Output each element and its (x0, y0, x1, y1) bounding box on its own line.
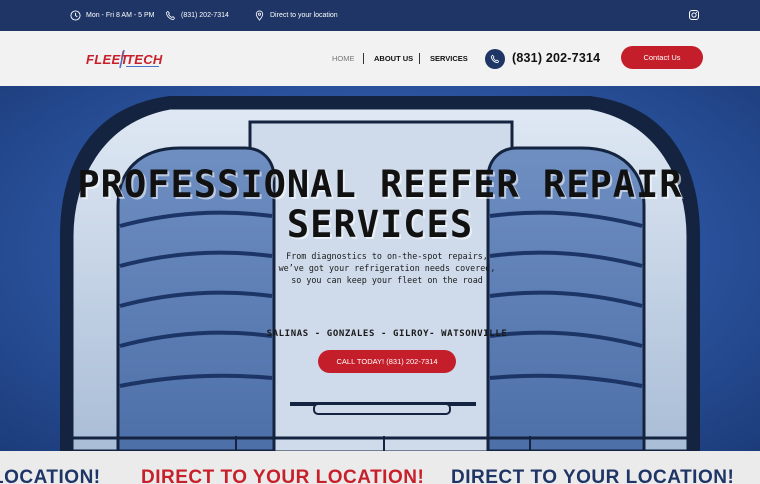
nav-divider (419, 53, 420, 64)
hero-subtitle-line: From diagnostics to on-the-spot repairs, (286, 251, 488, 261)
header-phone-number[interactable]: (831) 202-7314 (512, 51, 600, 65)
marquee-item: DIRECT TO YOUR LOCATION! (451, 467, 735, 484)
hero-subtitle: From diagnostics to on-the-spot repairs,… (270, 250, 504, 286)
service-cities: SALINAS - GONZALES - GILROY- WATSONVILLE (266, 329, 508, 339)
topbar-phone-text: (831) 202-7314 (181, 11, 229, 19)
map-pin-icon (255, 10, 264, 21)
nav-services[interactable]: SERVICES (430, 54, 468, 63)
nav-about-us[interactable]: ABOUT US (374, 54, 413, 63)
site-header: FLEET TECH HOME ABOUT US SERVICES (831) … (0, 31, 760, 86)
logo-underline (126, 66, 159, 67)
hero-title: PROFESSIONAL REEFER REPAIR SERVICES (0, 165, 760, 245)
hours-text: Mon - Fri 8 AM - 5 PM (86, 11, 155, 19)
hours-item: Mon - Fri 8 AM - 5 PM (70, 9, 154, 21)
location-marquee: LOCATION! DIRECT TO YOUR LOCATION! DIREC… (0, 451, 760, 484)
instagram-icon[interactable] (688, 9, 700, 21)
location-item: Direct to your location (254, 9, 338, 21)
marquee-item: DIRECT TO YOUR LOCATION! (141, 467, 425, 484)
contact-us-button[interactable]: Contact Us (621, 46, 703, 69)
marquee-item: LOCATION! (0, 467, 101, 484)
top-info-bar: Mon - Fri 8 AM - 5 PM (831) 202-7314 Dir… (0, 0, 760, 31)
hero-subtitle-line: we’ve got your refrigeration needs cover… (278, 263, 496, 273)
hero-title-line-2: SERVICES (286, 203, 474, 246)
hero-subtitle-line: so you can keep your fleet on the road (291, 275, 483, 285)
nav-divider (363, 53, 364, 64)
location-text: Direct to your location (270, 11, 338, 19)
clock-icon (70, 9, 81, 21)
nav-home[interactable]: HOME (332, 54, 355, 63)
header-phone-icon-button[interactable] (485, 49, 505, 69)
hero-title-line-1: PROFESSIONAL REEFER REPAIR (77, 163, 683, 206)
logo-word-tech: TECH (126, 52, 163, 67)
fleet-tech-logo[interactable]: FLEET TECH (86, 50, 164, 70)
call-today-button[interactable]: CALL TODAY! (831) 202-7314 (318, 350, 456, 373)
topbar-phone-link[interactable]: (831) 202-7314 (165, 9, 229, 21)
hero-section: PROFESSIONAL REEFER REPAIR SERVICES From… (0, 86, 760, 451)
phone-icon (490, 54, 500, 64)
logo-swoosh-icon (119, 50, 125, 68)
phone-icon (165, 10, 176, 20)
